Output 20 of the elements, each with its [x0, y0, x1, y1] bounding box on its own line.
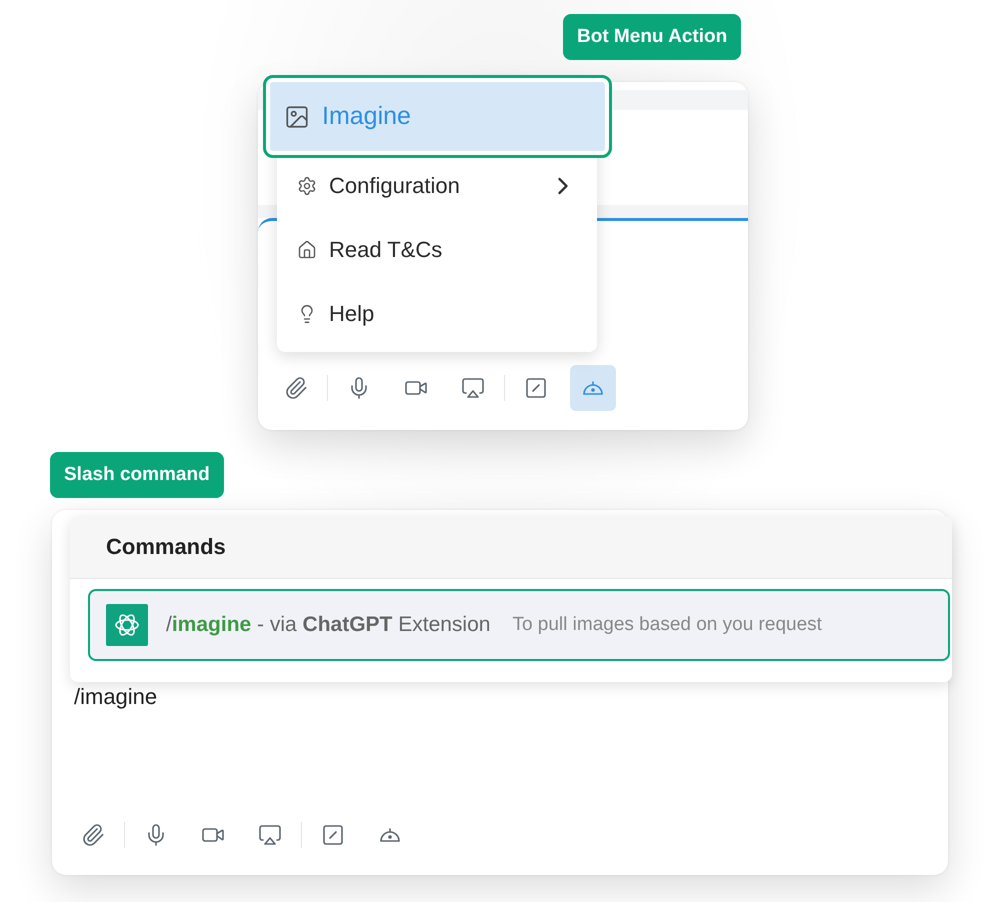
settings-icon — [297, 176, 317, 196]
slash-command-icon — [524, 376, 548, 400]
paperclip-icon — [81, 823, 105, 847]
menu-item[interactable]: Help — [277, 282, 597, 346]
callout-label: Bot Menu Action — [563, 14, 742, 60]
message-input[interactable]: /imagine — [74, 684, 674, 710]
screen-share-icon — [258, 823, 282, 847]
extension-logo-icon — [106, 604, 148, 646]
command-title: /imagine - via ChatGPT Extension — [166, 613, 490, 637]
screen-share-icon — [461, 376, 485, 400]
house-icon — [297, 240, 317, 260]
menu-item[interactable]: Read T&Cs — [277, 218, 597, 282]
paperclip-icon — [284, 376, 308, 400]
command-description: To pull images based on you request — [512, 614, 822, 636]
image-icon — [284, 104, 310, 130]
slash-command-icon — [321, 823, 345, 847]
bot-menu-button[interactable] — [570, 365, 616, 411]
popup-title: Commands — [70, 516, 952, 579]
callout-label: Slash command — [50, 452, 224, 498]
command-option[interactable]: /imagine - via ChatGPT Extension To pull images based on you request — [88, 589, 950, 661]
